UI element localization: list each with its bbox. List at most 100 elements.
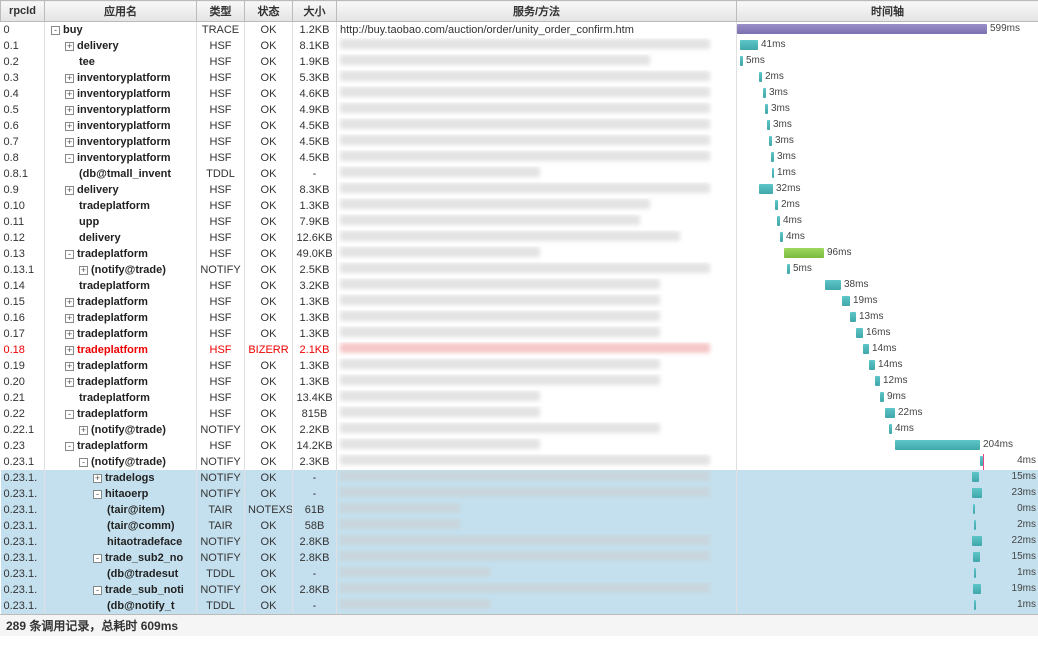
table-row[interactable]: 0.23.1.(tair@comm)TAIROK58B2ms — [1, 518, 1038, 534]
duration-label: 3ms — [771, 103, 790, 114]
expand-icon[interactable]: + — [93, 474, 102, 483]
expand-icon[interactable]: + — [79, 266, 88, 275]
expand-icon[interactable]: + — [65, 346, 74, 355]
expand-icon[interactable]: + — [79, 426, 88, 435]
service-cell — [337, 294, 737, 310]
redacted-text — [340, 199, 650, 209]
duration-label: 204ms — [983, 439, 1013, 450]
collapse-icon[interactable]: - — [65, 154, 74, 163]
col-size[interactable]: 大小 — [293, 1, 337, 22]
status-cell: OK — [245, 86, 293, 102]
col-service[interactable]: 服务/方法 — [337, 1, 737, 22]
table-row[interactable]: 0.13.1+(notify@trade)NOTIFYOK2.5KB5ms — [1, 262, 1038, 278]
table-row[interactable]: 0.23.1.-trade_sub2_noNOTIFYOK2.8KB15ms — [1, 550, 1038, 566]
expand-icon[interactable]: + — [65, 314, 74, 323]
table-row[interactable]: 0.23-tradeplatformHSFOK14.2KB204ms — [1, 438, 1038, 454]
collapse-icon[interactable]: - — [65, 442, 74, 451]
rpcid-cell: 0.8.1 — [1, 166, 45, 182]
redacted-text — [340, 151, 710, 161]
app-cell: tradeplatform — [45, 278, 197, 294]
service-cell — [337, 310, 737, 326]
expand-icon[interactable]: + — [65, 90, 74, 99]
rpcid-cell: 0.5 — [1, 102, 45, 118]
expand-icon[interactable]: + — [65, 378, 74, 387]
table-row[interactable]: 0.22-tradeplatformHSFOK815B22ms — [1, 406, 1038, 422]
table-row[interactable]: 0.10tradeplatformHSFOK1.3KB2ms — [1, 198, 1038, 214]
table-row[interactable]: 0.4+inventoryplatformHSFOK4.6KB3ms — [1, 86, 1038, 102]
timeline-bar — [972, 536, 982, 546]
redacted-text — [340, 583, 710, 593]
table-row[interactable]: 0.9+deliveryHSFOK8.3KB32ms — [1, 182, 1038, 198]
collapse-icon[interactable]: - — [51, 26, 60, 35]
table-row[interactable]: 0.14tradeplatformHSFOK3.2KB38ms — [1, 278, 1038, 294]
expand-icon[interactable]: + — [65, 122, 74, 131]
type-cell: HSF — [197, 230, 245, 246]
table-row[interactable]: 0.13-tradeplatformHSFOK49.0KB96ms — [1, 246, 1038, 262]
expand-icon[interactable]: + — [65, 42, 74, 51]
table-row[interactable]: 0.8.1(db@tmall_inventTDDLOK-1ms — [1, 166, 1038, 182]
table-row[interactable]: 0.2teeHSFOK1.9KB5ms — [1, 54, 1038, 70]
table-row[interactable]: 0.19+tradeplatformHSFOK1.3KB14ms — [1, 358, 1038, 374]
col-app[interactable]: 应用名 — [45, 1, 197, 22]
table-row[interactable]: 0.5+inventoryplatformHSFOK4.9KB3ms — [1, 102, 1038, 118]
expand-icon[interactable]: + — [65, 186, 74, 195]
timeline-bar — [780, 232, 783, 242]
table-row[interactable]: 0.21tradeplatformHSFOK13.4KB9ms — [1, 390, 1038, 406]
service-cell — [337, 198, 737, 214]
status-cell: OK — [245, 214, 293, 230]
table-row[interactable]: 0.16+tradeplatformHSFOK1.3KB13ms — [1, 310, 1038, 326]
redacted-text — [340, 455, 710, 465]
col-status[interactable]: 状态 — [245, 1, 293, 22]
table-row[interactable]: 0.23.1.(db@tradesutTDDLOK-1ms — [1, 566, 1038, 582]
timeline-cell: 204ms — [737, 438, 1038, 454]
app-cell: +inventoryplatform — [45, 118, 197, 134]
table-row[interactable]: 0.23.1-(notify@trade)NOTIFYOK2.3KB4ms — [1, 454, 1038, 470]
type-cell: HSF — [197, 54, 245, 70]
table-row[interactable]: 0.7+inventoryplatformHSFOK4.5KB3ms — [1, 134, 1038, 150]
type-cell: NOTIFY — [197, 454, 245, 470]
table-row[interactable]: 0.15+tradeplatformHSFOK1.3KB19ms — [1, 294, 1038, 310]
col-timeline[interactable]: 时间轴 — [737, 1, 1038, 22]
col-rpcid[interactable]: rpcId — [1, 1, 45, 22]
table-row[interactable]: 0.6+inventoryplatformHSFOK4.5KB3ms — [1, 118, 1038, 134]
collapse-icon[interactable]: - — [65, 410, 74, 419]
collapse-icon[interactable]: - — [65, 250, 74, 259]
collapse-icon[interactable]: - — [93, 586, 102, 595]
expand-icon[interactable]: + — [65, 74, 74, 83]
table-row[interactable]: 0.1+deliveryHSFOK8.1KB41ms — [1, 38, 1038, 54]
expand-icon[interactable]: + — [65, 298, 74, 307]
app-name: tradeplatform — [77, 248, 148, 260]
table-row[interactable]: 0.23.1.hitaotradefaceNOTIFYOK2.8KB22ms — [1, 534, 1038, 550]
table-row[interactable]: 0.18+tradeplatformHSFBIZERR2.1KB14ms — [1, 342, 1038, 358]
rpcid-cell: 0 — [1, 22, 45, 38]
expand-icon[interactable]: + — [65, 138, 74, 147]
table-row[interactable]: 0.23.1.(db@notify_tTDDLOK-1ms — [1, 598, 1038, 614]
app-cell: +tradeplatform — [45, 326, 197, 342]
timeline-cell: 19ms — [737, 582, 1038, 598]
table-row[interactable]: 0.23.1.(tair@item)TAIRNOTEXSI61B0ms — [1, 502, 1038, 518]
table-row[interactable]: 0.3+inventoryplatformHSFOK5.3KB2ms — [1, 70, 1038, 86]
size-cell: 4.5KB — [293, 134, 337, 150]
duration-label: 4ms — [786, 231, 805, 242]
table-row[interactable]: 0.22.1+(notify@trade)NOTIFYOK2.2KB4ms — [1, 422, 1038, 438]
expand-icon[interactable]: + — [65, 106, 74, 115]
collapse-icon[interactable]: - — [93, 490, 102, 499]
duration-label: 22ms — [1012, 535, 1036, 546]
table-row[interactable]: 0.23.1.-hitaoerpNOTIFYOK-23ms — [1, 486, 1038, 502]
col-type[interactable]: 类型 — [197, 1, 245, 22]
collapse-icon[interactable]: - — [79, 458, 88, 467]
table-row[interactable]: 0-buyTRACEOK1.2KBhttp://buy.taobao.com/a… — [1, 22, 1038, 38]
expand-icon[interactable]: + — [65, 330, 74, 339]
table-row[interactable]: 0.20+tradeplatformHSFOK1.3KB12ms — [1, 374, 1038, 390]
redacted-text — [340, 407, 540, 417]
service-cell — [337, 342, 737, 358]
table-row[interactable]: 0.8-inventoryplatformHSFOK4.5KB3ms — [1, 150, 1038, 166]
table-row[interactable]: 0.11uppHSFOK7.9KB4ms — [1, 214, 1038, 230]
collapse-icon[interactable]: - — [93, 554, 102, 563]
type-cell: HSF — [197, 294, 245, 310]
table-row[interactable]: 0.23.1.+tradelogsNOTIFYOK-15ms — [1, 470, 1038, 486]
table-row[interactable]: 0.17+tradeplatformHSFOK1.3KB16ms — [1, 326, 1038, 342]
table-row[interactable]: 0.12deliveryHSFOK12.6KB4ms — [1, 230, 1038, 246]
expand-icon[interactable]: + — [65, 362, 74, 371]
table-row[interactable]: 0.23.1.-trade_sub_notiNOTIFYOK2.8KB19ms — [1, 582, 1038, 598]
